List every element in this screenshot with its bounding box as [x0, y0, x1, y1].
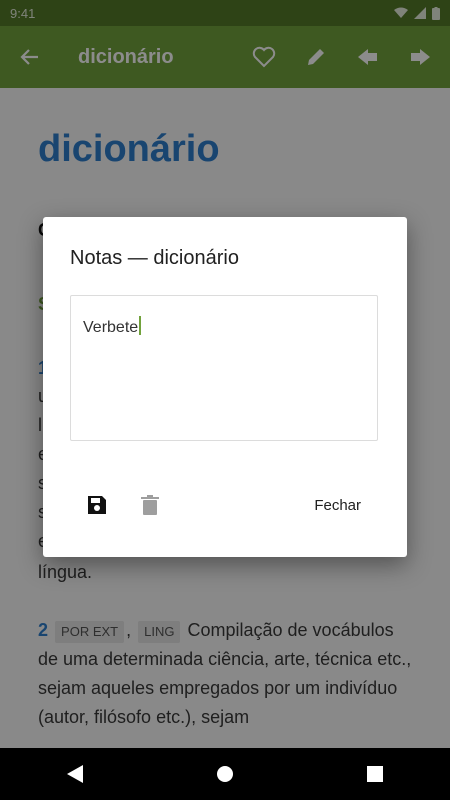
notes-input[interactable]: Verbete [70, 295, 378, 441]
nav-home-button[interactable] [195, 754, 255, 794]
circle-home-icon [217, 766, 233, 782]
notes-dialog: Notas — dicionário Verbete Fechar [43, 217, 407, 557]
dialog-title: Notas — dicionário [70, 247, 239, 269]
trash-icon [141, 495, 159, 515]
delete-note-button[interactable] [134, 489, 166, 521]
system-nav-bar [0, 748, 450, 800]
text-cursor [139, 316, 142, 335]
save-note-button[interactable] [81, 489, 113, 521]
nav-back-button[interactable] [45, 754, 105, 794]
close-dialog-button[interactable]: Fechar [308, 496, 367, 515]
save-icon [88, 496, 106, 514]
triangle-back-icon [67, 765, 83, 783]
notes-input-text: Verbete [83, 319, 139, 336]
square-recents-icon [367, 766, 383, 782]
nav-recents-button[interactable] [345, 754, 405, 794]
